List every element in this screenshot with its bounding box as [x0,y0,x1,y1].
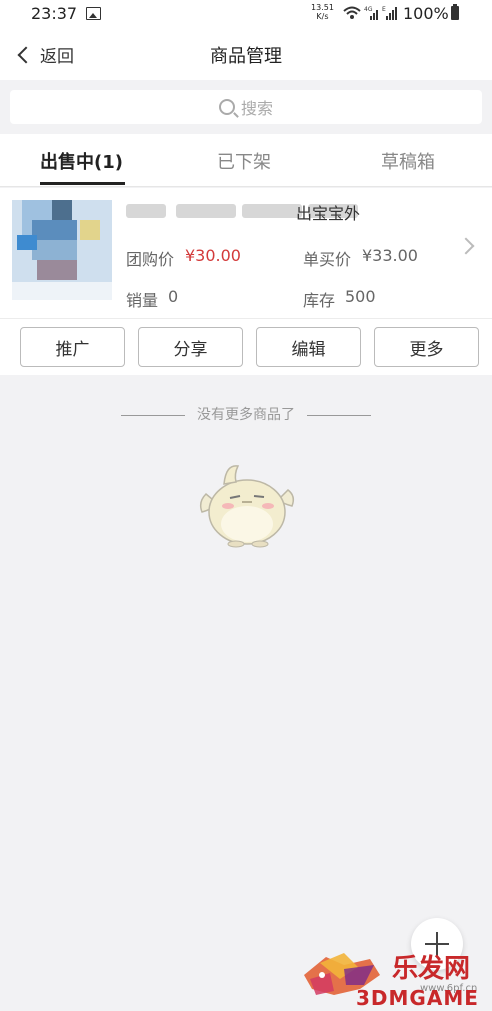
svg-text:E: E [382,6,386,13]
watermark-text: 乐发网 [392,954,471,984]
single-price-value: ¥33.00 [362,246,418,265]
product-title-tail: 出宝宝外 [296,204,361,223]
battery-icon [451,4,459,20]
search-section: 搜索 [0,80,492,134]
search-input[interactable]: 搜索 [10,90,482,124]
product-thumbnail [12,200,112,300]
end-of-list-text: 没有更多商品了 [197,407,295,423]
divider-left [120,414,185,416]
tab-on-sale[interactable]: 出售中(1) [40,148,123,174]
nav-bar: 返回 商品管理 [0,28,492,80]
sales-label: 销量 [126,291,159,310]
page-title: 商品管理 [210,46,282,67]
product-card[interactable]: 出宝宝外 团购价 ¥30.00 单买价 ¥33.00 销量 0 库存 500 [0,188,492,318]
svg-text:4G: 4G [364,6,373,13]
cell-signal-icon-2: E [382,6,397,20]
active-tab-indicator [40,182,125,185]
status-bar: 23:37 13.51 K/s 4G E 100% [0,0,492,28]
mascot-illustration [199,465,295,548]
group-price-value: ¥30.00 [185,246,241,265]
end-of-list: 没有更多商品了 [0,404,492,424]
promote-button[interactable]: 推广 [20,327,125,367]
cell-signal-icon: 4G [364,6,378,20]
network-speed: 13.51 K/s [311,3,334,21]
network-speed-value: 13.51 [311,3,334,12]
share-button[interactable]: 分享 [138,327,243,367]
tab-off-shelf[interactable]: 已下架 [217,148,271,174]
edit-button[interactable]: 编辑 [256,327,361,367]
tab-bar: 出售中(1) 已下架 草稿箱 [0,134,492,187]
wifi-icon [343,6,361,19]
network-speed-unit: K/s [316,12,329,21]
search-icon [218,99,235,115]
stock-label: 库存 [303,291,336,310]
search-placeholder: 搜索 [240,99,273,118]
battery-percent: 100% [403,4,449,23]
group-price-label: 团购价 [126,250,175,269]
more-button[interactable]: 更多 [374,327,479,367]
tab-drafts[interactable]: 草稿箱 [381,148,435,174]
single-price-label: 单买价 [303,250,352,269]
gallery-notification-icon [86,7,101,20]
watermark-game-text: 3DMGAME [356,986,479,1010]
divider-right [307,414,372,416]
stock-value: 500 [345,287,376,306]
sales-value: 0 [168,287,179,306]
status-time: 23:37 [31,4,78,23]
product-actions: 推广 分享 编辑 更多 [0,318,492,375]
